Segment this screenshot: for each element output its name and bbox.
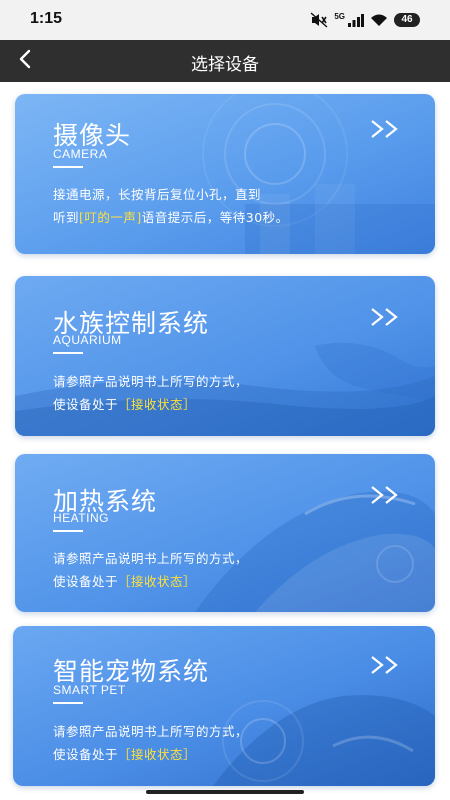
signal-icon [348,13,364,27]
card-desc-line-1: 请参照产品说明书上所写的方式， [53,551,249,566]
device-card-heating[interactable]: 加热系统 HEATING 请参照产品说明书上所写的方式， 使设备处于［接收状态］ [15,454,435,612]
card-desc-highlight: ［接收状态］ [118,397,197,412]
card-desc-line-2: 听到[叮的一声]语音提示后，等待30秒。 [53,206,289,229]
card-subtitle: AQUARIUM [53,333,122,347]
status-icons: 5G 46 [310,11,420,29]
battery-indicator: 46 [394,13,420,27]
card-description: 请参照产品说明书上所写的方式， 使设备处于［接收状态］ [53,370,248,416]
home-indicator[interactable] [146,790,304,794]
card-divider [53,702,83,704]
card-desc-line-2: 使设备处于［接收状态］ [53,743,248,766]
nav-bar: 选择设备 [0,40,450,82]
card-desc-line-2: 使设备处于［接收状态］ [53,393,248,416]
card-subtitle: HEATING [53,511,109,525]
card-desc-highlight: [叮的一声] [79,210,142,225]
card-desc-line-1: 请参照产品说明书上所写的方式， [53,724,249,739]
card-desc-pre: 使设备处于 [53,397,119,412]
device-card-aquarium[interactable]: 水族控制系统 AQUARIUM 请参照产品说明书上所写的方式， 使设备处于［接收… [15,276,435,436]
card-desc-line-1: 请参照产品说明书上所写的方式， [53,374,249,389]
card-desc-pre: 使设备处于 [53,574,119,589]
device-card-camera[interactable]: 摄像头 CAMERA 接通电源，长按背后复位小孔，直到 听到[叮的一声]语音提示… [15,94,435,254]
mute-icon [310,12,328,28]
double-chevron-right-icon [369,306,401,328]
double-chevron-right-icon [369,118,401,140]
card-desc-highlight: ［接收状态］ [118,747,197,762]
card-desc-pre: 使设备处于 [53,747,119,762]
wifi-icon [370,13,388,27]
status-time: 1:15 [30,10,63,27]
card-description: 请参照产品说明书上所写的方式， 使设备处于［接收状态］ [53,720,248,766]
card-desc-post: 语音提示后，等待30秒。 [141,210,289,225]
card-desc-highlight: ［接收状态］ [118,574,197,589]
double-chevron-right-icon [369,654,401,676]
card-description: 请参照产品说明书上所写的方式， 使设备处于［接收状态］ [53,547,248,593]
card-divider [53,166,83,168]
card-desc-line-2: 使设备处于［接收状态］ [53,570,248,593]
status-bar: 1:15 5G 46 [0,0,450,40]
card-desc-line-1: 接通电源，长按背后复位小孔，直到 [53,187,262,202]
double-chevron-right-icon [369,484,401,506]
device-card-smart-pet[interactable]: 智能宠物系统 SMART PET 请参照产品说明书上所写的方式， 使设备处于［接… [13,626,435,786]
card-divider [53,352,83,354]
page-title: 选择设备 [191,55,259,75]
network-type: 5G [334,11,345,21]
card-description: 接通电源，长按背后复位小孔，直到 听到[叮的一声]语音提示后，等待30秒。 [53,183,289,229]
card-subtitle: CAMERA [53,147,108,161]
card-desc-pre: 听到 [53,210,80,225]
device-list: 摄像头 CAMERA 接通电源，长按背后复位小孔，直到 听到[叮的一声]语音提示… [0,82,450,800]
card-subtitle: SMART PET [53,683,126,697]
card-divider [53,530,83,532]
